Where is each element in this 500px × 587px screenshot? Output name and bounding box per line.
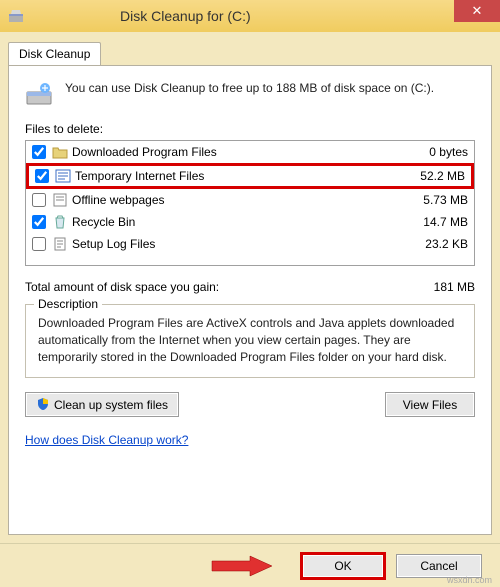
total-value: 181 MB	[434, 280, 475, 294]
cleanup-system-files-button[interactable]: Clean up system files	[25, 392, 179, 417]
intro-text: You can use Disk Cleanup to free up to 1…	[65, 80, 434, 108]
file-size: 14.7 MB	[398, 215, 468, 229]
file-name: Recycle Bin	[72, 215, 398, 229]
button-row: Clean up system files View Files	[25, 392, 475, 417]
folder-download-icon	[52, 144, 68, 160]
list-item[interactable]: Recycle Bin 14.7 MB	[26, 211, 474, 233]
recycle-bin-icon	[52, 214, 68, 230]
help-link[interactable]: How does Disk Cleanup work?	[25, 433, 475, 447]
total-row: Total amount of disk space you gain: 181…	[25, 280, 475, 294]
file-size: 5.73 MB	[398, 193, 468, 207]
disk-cleanup-icon	[8, 8, 24, 24]
total-label: Total amount of disk space you gain:	[25, 280, 219, 294]
tab-content: You can use Disk Cleanup to free up to 1…	[8, 65, 492, 535]
close-icon: ✕	[472, 3, 483, 19]
dialog-footer: OK Cancel	[0, 543, 500, 587]
checkbox-temporary-internet-files[interactable]	[35, 169, 49, 183]
list-item[interactable]: Offline webpages 5.73 MB	[26, 189, 474, 211]
intro-row: You can use Disk Cleanup to free up to 1…	[25, 80, 475, 108]
checkbox-recycle-bin[interactable]	[32, 215, 46, 229]
shield-icon	[36, 397, 50, 411]
files-to-delete-label: Files to delete:	[25, 122, 475, 136]
description-group: Description Downloaded Program Files are…	[25, 304, 475, 378]
list-item[interactable]: Setup Log Files 23.2 KB	[26, 233, 474, 255]
arrow-annotation	[210, 555, 274, 577]
file-size: 52.2 MB	[395, 169, 465, 183]
titlebar: Disk Cleanup for (C:) ✕	[0, 0, 500, 32]
description-text: Downloaded Program Files are ActiveX con…	[38, 315, 462, 365]
ie-temp-icon	[55, 168, 71, 184]
tab-disk-cleanup[interactable]: Disk Cleanup	[8, 42, 101, 66]
watermark: wsxdn.com	[447, 575, 492, 585]
window-title: Disk Cleanup for (C:)	[120, 8, 251, 24]
file-name: Offline webpages	[72, 193, 398, 207]
tab-strip: Disk Cleanup	[8, 42, 492, 66]
checkbox-downloaded-program-files[interactable]	[32, 145, 46, 159]
file-name: Temporary Internet Files	[75, 169, 395, 183]
offline-icon	[52, 192, 68, 208]
cancel-button[interactable]: Cancel	[396, 554, 482, 578]
dialog-body: Disk Cleanup You can use Disk Cleanup to…	[0, 32, 500, 543]
file-name: Setup Log Files	[72, 237, 398, 251]
file-list[interactable]: Downloaded Program Files 0 bytes Tempora…	[25, 140, 475, 266]
list-item[interactable]: Downloaded Program Files 0 bytes	[26, 141, 474, 163]
setup-log-icon	[52, 236, 68, 252]
ok-button[interactable]: OK	[300, 552, 386, 580]
checkbox-offline-webpages[interactable]	[32, 193, 46, 207]
drive-cleanup-icon	[25, 80, 53, 108]
file-size: 0 bytes	[398, 145, 468, 159]
file-size: 23.2 KB	[398, 237, 468, 251]
list-item[interactable]: Temporary Internet Files 52.2 MB	[26, 163, 474, 189]
view-files-button[interactable]: View Files	[385, 392, 475, 417]
disk-cleanup-window: Disk Cleanup for (C:) ✕ Disk Cleanup You…	[0, 0, 500, 587]
close-button[interactable]: ✕	[454, 0, 500, 22]
file-name: Downloaded Program Files	[72, 145, 398, 159]
checkbox-setup-log-files[interactable]	[32, 237, 46, 251]
description-legend: Description	[34, 297, 102, 311]
